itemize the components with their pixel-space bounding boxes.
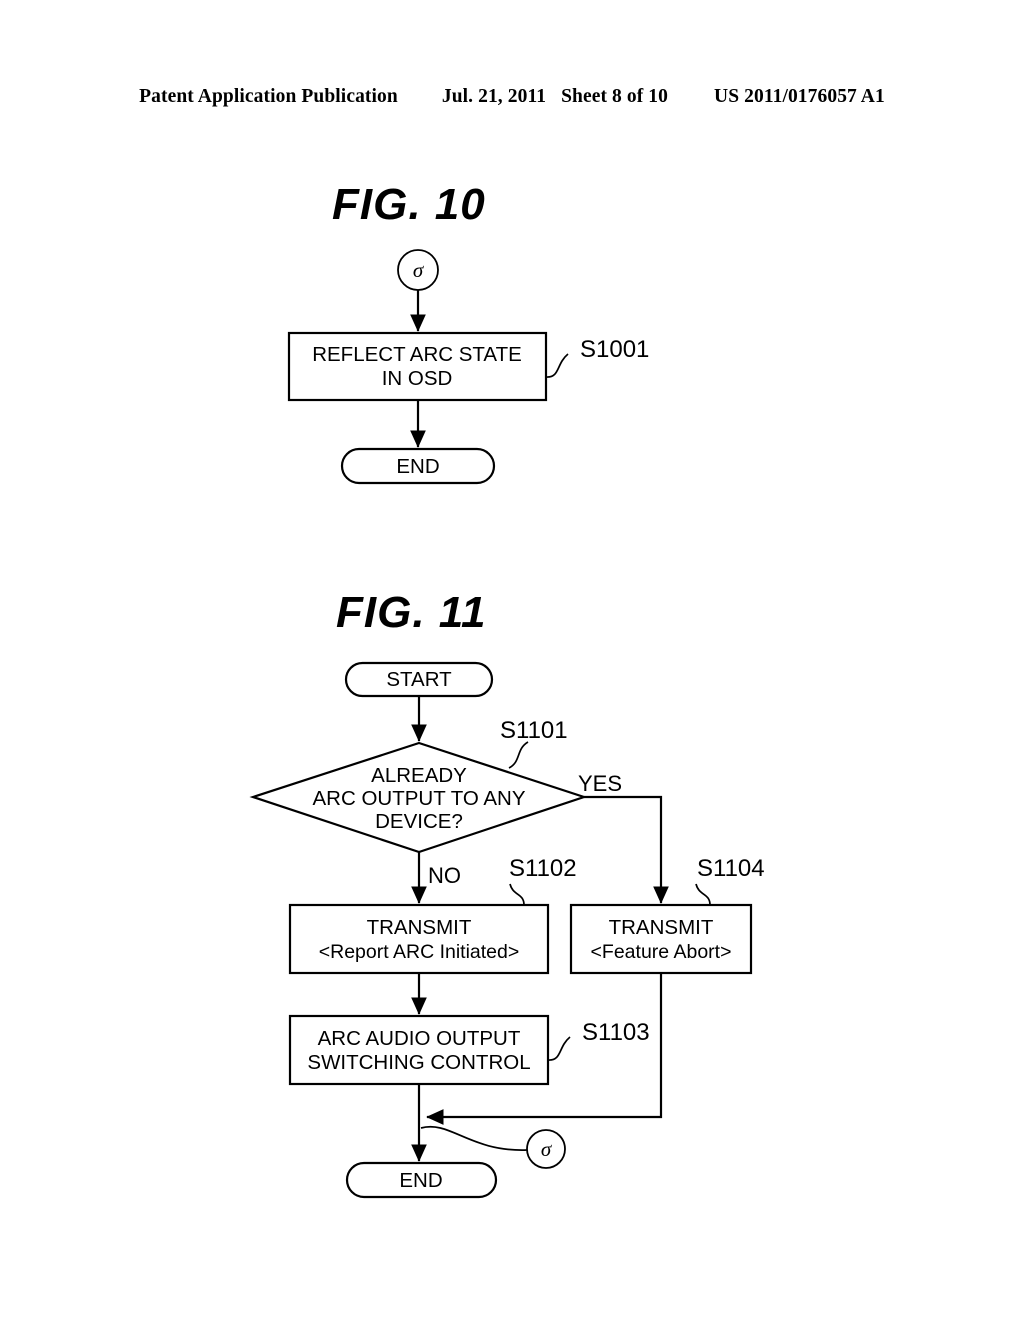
- fig11-branch-yes-label: YES: [578, 771, 622, 796]
- fig11-process-transmit-feature-abort: TRANSMIT <Feature Abort>: [569, 903, 753, 975]
- fig11-terminator-start-label: START: [386, 668, 452, 691]
- fig10-process-line-2: IN OSD: [382, 367, 453, 390]
- fig11-decision-line-1: ALREADY: [371, 764, 467, 787]
- fig11-terminator-end-label: END: [399, 1169, 442, 1192]
- fig10-leader-s1001: [545, 353, 569, 378]
- fig11-step-label-s1104: S1104: [697, 855, 765, 882]
- fig11-leader-s1104: [695, 883, 711, 906]
- fig11-step-label-s1103: S1103: [582, 1019, 650, 1046]
- fig10-step-label-s1001: S1001: [580, 336, 649, 363]
- fig10-terminator-end-label: END: [396, 455, 439, 478]
- drawing-sheet: σ REFLECT ARC STATE IN OSD S1001 END STA…: [0, 0, 1024, 1320]
- fig11-terminator-start: START: [344, 661, 494, 698]
- fig11-transmit-abort-line-1: TRANSMIT: [609, 916, 714, 939]
- fig11-switching-line-2: SWITCHING CONTROL: [307, 1051, 530, 1074]
- fig11-decision-already-arc-output: ALREADY ARC OUTPUT TO ANY DEVICE?: [249, 741, 588, 854]
- figure-10-flowchart: σ REFLECT ARC STATE IN OSD S1001 END: [287, 249, 649, 485]
- fig11-branch-yes-path: [584, 795, 669, 904]
- figure-11-flowchart: START ALREADY ARC OUTPUT TO ANY DEVICE? …: [249, 661, 765, 1199]
- fig11-transmit-report-line-2: <Report ARC Initiated>: [319, 941, 520, 963]
- fig11-branch-no-label: NO: [428, 863, 461, 888]
- fig11-leader-s1103: [547, 1036, 571, 1061]
- fig11-connector-sigma: σ: [526, 1129, 566, 1169]
- fig11-decision-line-2: ARC OUTPUT TO ANY: [312, 787, 525, 810]
- fig11-connector-sigma-leader: [420, 1125, 528, 1151]
- fig11-leader-s1101: [508, 741, 529, 769]
- fig11-switching-line-1: ARC AUDIO OUTPUT: [318, 1027, 521, 1050]
- fig10-terminator-end: END: [340, 447, 496, 485]
- fig11-step-label-s1101: S1101: [500, 717, 568, 744]
- fig11-transmit-report-line-1: TRANSMIT: [367, 916, 472, 939]
- fig11-process-transmit-report-arc-initiated: TRANSMIT <Report ARC Initiated>: [288, 903, 550, 975]
- fig11-connector-sigma-label: σ: [541, 1137, 553, 1161]
- fig11-step-label-s1102: S1102: [509, 855, 577, 882]
- fig10-connector-sigma: σ: [397, 249, 439, 291]
- fig11-decision-line-3: DEVICE?: [375, 810, 463, 833]
- fig11-transmit-abort-line-2: <Feature Abort>: [591, 941, 732, 963]
- fig11-terminator-end: END: [345, 1161, 498, 1199]
- fig10-process-line-1: REFLECT ARC STATE: [312, 343, 522, 366]
- fig10-connector-sigma-label: σ: [413, 258, 425, 282]
- fig11-process-arc-audio-output-switching-control: ARC AUDIO OUTPUT SWITCHING CONTROL: [288, 1014, 550, 1086]
- fig11-leader-s1102: [509, 883, 525, 906]
- fig10-process-reflect-arc-state: REFLECT ARC STATE IN OSD: [287, 331, 548, 402]
